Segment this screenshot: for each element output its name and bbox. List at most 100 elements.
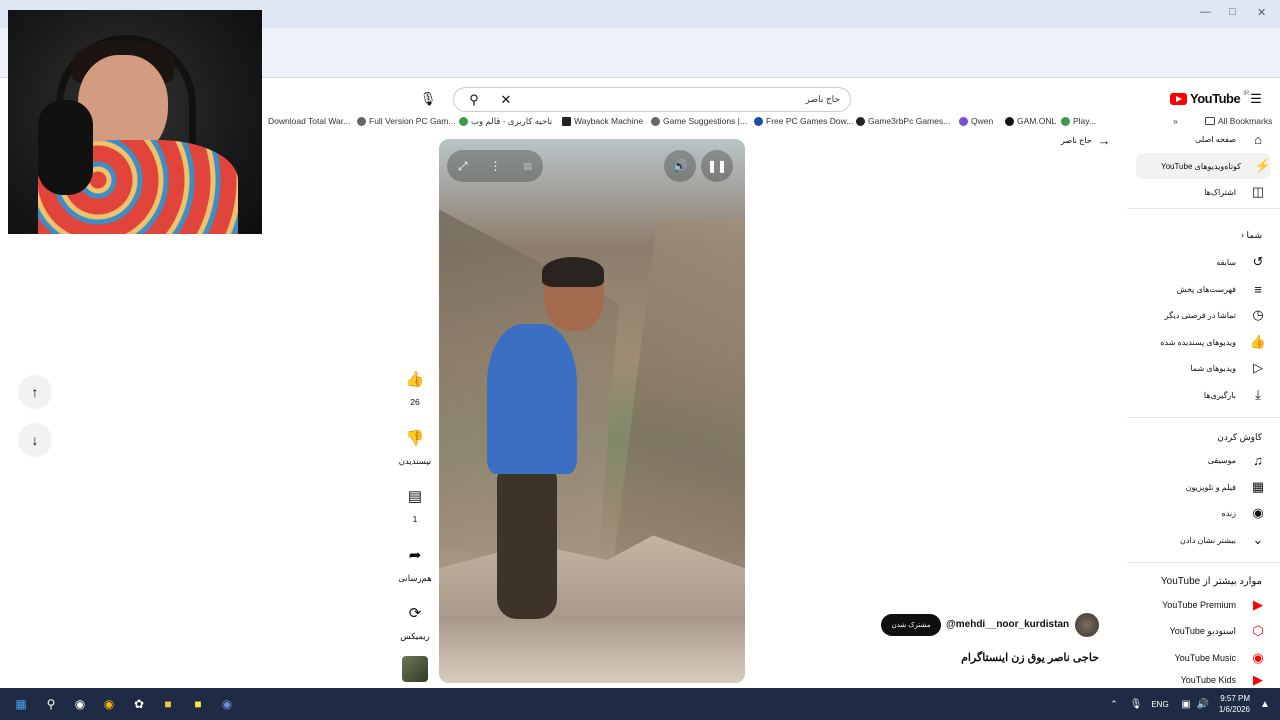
bookmark-item[interactable]: ناحیه کاربری - قالم وب [459,116,552,127]
file-explorer-icon[interactable]: ■ [158,694,178,714]
captions-icon[interactable]: ▤ [523,161,532,172]
comments-action[interactable]: ▤ 1 [395,476,435,524]
minimize-button[interactable]: — [1200,6,1211,18]
sidebar-item-label: ویدیوهای شما [1190,363,1236,373]
channel-handle[interactable]: @mehdi__noor_kurdistan [946,619,1069,630]
microphone-icon[interactable]: 🎙 [1126,694,1146,714]
pause-icon: ❚❚ [706,159,728,173]
show-hidden-icons[interactable]: ⌃ [1104,694,1124,714]
language-indicator[interactable]: ENG [1150,694,1170,714]
voice-search-icon[interactable]: 🎙 [418,89,438,109]
sidebar-item-kids[interactable]: YouTube Kids ▶ [1136,671,1266,688]
player-controls-left: ⤢ ⋮ ▤ [447,150,543,182]
maximize-button[interactable]: □ [1229,6,1236,18]
sidebar-item-label: فیلم و تلویزیون [1185,482,1236,492]
sidebar-item-subscriptions[interactable]: اشتراک‌ها ◫ [1136,179,1266,205]
search-icon[interactable]: ⚲ [466,92,482,108]
more-bookmarks-icon[interactable]: » [1173,116,1178,126]
sidebar-divider [1127,208,1280,209]
sound-thumbnail[interactable] [402,656,428,682]
sidebar-you-header[interactable]: شما ‹ [1241,230,1262,241]
sidebar-item-label: فهرست‌های پخش [1176,284,1236,294]
sidebar-item-home[interactable]: صفحه اصلی ⌂ [1136,126,1266,152]
share-action[interactable]: ➦ هم‌رسانی [395,535,435,584]
history-icon: ↺ [1252,254,1264,269]
search-icon[interactable]: ⚲ [41,694,61,714]
sidebar-item-label: اشتراک‌ها [1204,187,1236,197]
video-title[interactable]: حاجی ناصر یوق زن اینستاگرام [961,651,1099,664]
comment-icon[interactable]: ▤ [395,476,435,516]
bookmark-item[interactable]: Game3rbPc Games... [856,116,950,126]
bookmark-item[interactable]: Free PC Games Dow... [754,116,853,126]
notifications-icon[interactable]: ▲ [1255,694,1275,714]
shorts-icon: ⚡ [1254,158,1272,173]
sidebar-item-label: YouTube Kids [1180,674,1236,685]
sidebar-item-music[interactable]: موسیقی ♫ [1136,447,1266,473]
sidebar-item-liked[interactable]: ویدیوهای پسندیده شده 👍 [1136,329,1266,355]
app-icon[interactable]: ◉ [70,694,90,714]
sidebar-item-shorts[interactable]: کوتاه‌ویدیوهای YouTube ⚡ [1136,153,1271,179]
watch-later-icon: ◷ [1252,307,1264,322]
subscriptions-icon: ◫ [1251,184,1265,199]
bookmark-item[interactable]: Wayback Machine [562,116,643,126]
previous-short-button[interactable]: ↑ [18,375,52,409]
sidebar-more-header: موارد بیشتر از YouTube [1160,576,1262,587]
sidebar-item-history[interactable]: سابقه ↺ [1136,249,1266,275]
sidebar-item-label: موسیقی [1207,455,1236,465]
pause-button[interactable]: ❚❚ [701,150,733,182]
dislike-action[interactable]: 👎 نپسندیدن [395,418,435,467]
all-bookmarks-folder[interactable]: All Bookmarks [1205,116,1272,126]
live-icon: ◉ [1252,505,1264,520]
sidebar-item-watch-later[interactable]: تماشا در فرصتی دیگر ◷ [1136,302,1266,328]
sidebar-item-music-app[interactable]: YouTube Music ◉ [1136,645,1266,671]
youtube-studio-icon: ⬡ [1252,623,1264,638]
back-to-search-link[interactable]: حاج ناصر → [1061,133,1111,148]
remix-action[interactable]: ⟳ ریمیکس [395,593,435,642]
sidebar-divider [1127,417,1280,418]
sidebar-item-film[interactable]: فیلم و تلویزیون ▦ [1136,474,1266,500]
menu-hamburger-icon[interactable]: ☰ [1248,91,1264,107]
more-options-icon[interactable]: ⋮ [490,159,502,173]
next-short-button[interactable]: ↓ [18,423,52,457]
system-clock[interactable]: 9:57 PM 1/6/2026 [1219,693,1250,715]
bookmark-item[interactable]: Qwen [959,116,993,126]
sidebar-item-live[interactable]: زنده ◉ [1136,500,1266,526]
youtube-kids-icon: ▶ [1253,671,1263,687]
bookmark-item[interactable]: Full Version PC Gam... [357,116,455,126]
sidebar-item-studio[interactable]: استودیو YouTube ⬡ [1136,618,1266,644]
app-icon[interactable]: ■ [188,694,208,714]
channel-avatar[interactable] [1075,613,1099,637]
sidebar-explore-header: کاوش کردن [1217,432,1262,442]
bookmark-item[interactable]: Game Suggestions |... [651,116,747,126]
sidebar-item-downloads[interactable]: بارگیری‌ها ⤓ [1136,382,1266,408]
youtube-logo[interactable]: YouTube IR [1170,91,1249,106]
app-icon[interactable]: ✿ [129,694,149,714]
bookmark-item[interactable]: GAM.ONL [1005,116,1056,126]
discord-icon[interactable]: ◉ [217,694,237,714]
volume-icon[interactable]: 🔊 [1193,694,1213,714]
close-window-button[interactable]: ✕ [1257,6,1266,19]
bookmark-item[interactable]: Download Total War... [268,116,350,126]
search-input[interactable]: ⚲ ✕ حاج ناصر [453,87,851,112]
share-icon[interactable]: ➦ [395,535,435,575]
subscribe-button[interactable]: مشترک شدن [881,614,941,636]
sidebar-item-label: استودیو YouTube [1169,625,1236,636]
sidebar-item-playlists[interactable]: فهرست‌های پخش ≡ [1136,276,1266,302]
fullscreen-icon[interactable]: ⤢ [458,159,468,174]
remix-icon[interactable]: ⟳ [395,593,435,633]
shorts-video-player[interactable]: ⤢ ⋮ ▤ 🔊 ❚❚ [439,139,745,683]
sidebar-item-label: YouTube Premium [1162,600,1236,610]
clear-search-icon[interactable]: ✕ [498,92,514,108]
windows-start-icon[interactable]: ▦ [11,694,31,714]
youtube-play-icon [1170,92,1187,105]
like-action[interactable]: 👍 26 [395,359,435,407]
clock-date: 1/6/2026 [1218,705,1250,714]
dislike-icon[interactable]: 👎 [395,418,435,458]
mute-button[interactable]: 🔊 [664,150,696,182]
like-icon[interactable]: 👍 [395,359,435,399]
chrome-icon[interactable]: ◉ [99,694,119,714]
sidebar-item-your-videos[interactable]: ویدیوهای شما ▷ [1136,355,1266,381]
bookmark-item[interactable]: Play... [1061,116,1096,126]
sidebar-item-show-more[interactable]: بیشتر نشان دادن ⌄ [1136,527,1266,553]
sidebar-item-premium[interactable]: YouTube Premium ▶ [1136,592,1266,618]
